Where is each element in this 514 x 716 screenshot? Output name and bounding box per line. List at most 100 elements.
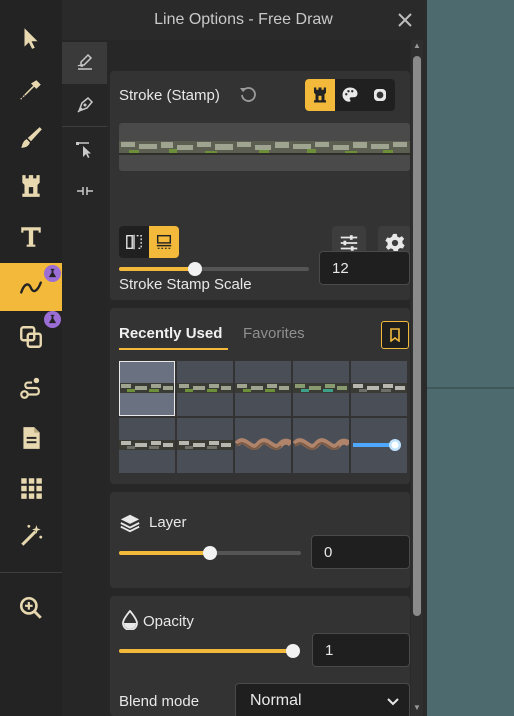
reset-icon[interactable] [238,84,258,104]
castle-tower-icon [22,175,40,197]
bookmark-button[interactable] [381,321,409,349]
stroke-scale-label: Stroke Stamp Scale [119,276,252,293]
align-edge-icon [156,234,172,249]
stroke-scale-input[interactable]: 12 [319,251,410,285]
node-cursor-icon [75,142,91,158]
paintbrush-icon [21,127,42,148]
stamp-preview-image [119,440,175,450]
map-canvas-background[interactable] [425,0,514,716]
path-tool[interactable] [0,364,62,412]
stamp-thumbnail[interactable] [235,361,291,416]
stamp-mode-button[interactable] [305,79,335,111]
tab-node-edit[interactable] [62,128,107,170]
tab-stroke-style[interactable] [62,42,107,84]
slider-knob[interactable] [203,546,217,560]
palette-icon [342,87,358,102]
grid-icon [21,478,42,499]
side-tab-divider [62,126,107,127]
cursor-arrow-icon [24,28,38,49]
stroke-mode-toggle [305,79,395,111]
eyedropper-icon [20,80,41,100]
stamp-thumbnail[interactable] [293,418,349,473]
stamp-thumbnail[interactable] [119,361,175,416]
blend-mode-select[interactable]: Normal [235,683,410,716]
stroke-card-extension [110,295,410,300]
stroke-scale-slider[interactable] [119,262,309,276]
close-icon[interactable] [395,10,415,30]
stamp-preview-image [293,438,349,450]
notes-tool[interactable] [0,414,62,462]
stamp-thumbnail[interactable] [119,418,175,473]
stamp-preview-image [177,383,233,393]
panel-title: Line Options - Free Draw [154,11,333,28]
zoom-tool[interactable] [0,584,62,632]
scroll-thumb[interactable] [413,56,421,616]
texture-mode-button[interactable] [365,79,395,111]
opacity-input[interactable]: 1 [312,633,410,667]
zoom-in-icon [19,596,42,619]
stamp-thumbnail[interactable] [293,361,349,416]
shapes-tool[interactable] [0,311,62,361]
toolbar-divider [0,572,62,573]
eyedropper-tool[interactable] [0,66,62,114]
flask-icon [48,268,57,278]
stamp-thumbnail[interactable] [351,361,407,416]
tool-sidebar [0,0,62,716]
stamp-tool[interactable] [0,162,62,210]
split-arrows-icon [76,187,93,195]
pen-stroke-icon [77,53,92,70]
stamp-preview-image [235,383,291,393]
stamp-preview-image [177,440,233,450]
layer-input[interactable]: 0 [311,535,410,569]
grid-tool[interactable] [0,464,62,512]
text-tool[interactable] [0,213,62,261]
flip-stroke-button[interactable] [119,226,149,258]
stamp-thumbnail[interactable] [177,361,233,416]
stamp-preview-image [293,383,349,393]
layers-icon [120,514,140,533]
fountain-pen-icon [76,96,93,113]
magic-wand-tool[interactable] [0,512,62,560]
opacity-label: Opacity [143,613,194,630]
stamp-thumbnail[interactable] [235,418,291,473]
layer-label: Layer [149,514,187,531]
free-draw-tool[interactable] [0,263,62,311]
brush-tool[interactable] [0,114,62,162]
active-tab-underline [119,348,228,350]
tab-favorites[interactable]: Favorites [243,325,305,342]
opacity-slider[interactable] [119,644,300,658]
experimental-badge [44,265,61,282]
bookmark-icon [390,328,400,342]
scroll-up-arrow[interactable]: ▲ [413,42,421,50]
scroll-down-arrow[interactable]: ▼ [413,704,421,712]
color-mode-button[interactable] [335,79,365,111]
stamp-preview-image [353,439,401,451]
panel-edge [425,0,427,716]
stamp-preview-image [351,383,407,393]
route-path-icon [20,377,40,399]
squiggle-line-icon [20,281,42,294]
map-grid-line [425,387,514,389]
slider-fill [119,267,195,271]
stamp-thumbnail[interactable] [177,418,233,473]
slider-knob[interactable] [286,644,300,658]
stroke-direction-toggle [119,226,179,258]
line-options-panel: Line Options - Free Draw Stroke (Stamp) [62,0,425,716]
tab-split-join[interactable] [62,170,107,212]
panel-scrollbar[interactable]: ▲ ▼ [411,40,423,716]
blend-mode-label: Blend mode [119,693,200,710]
tab-recently-used[interactable]: Recently Used [119,325,222,342]
stamp-thumbnail[interactable] [351,418,407,473]
align-stroke-button[interactable] [149,226,179,258]
layer-slider[interactable] [119,546,301,560]
slider-fill [119,551,210,555]
castle-tower-icon [314,87,326,103]
tab-pen-settings[interactable] [62,84,107,126]
stroke-preview[interactable] [119,123,410,171]
select-tool[interactable] [0,14,62,62]
droplet-icon [122,610,138,630]
slider-knob[interactable] [188,262,202,276]
experimental-badge [44,311,61,328]
stroke-preview-image [119,141,410,155]
stroke-title: Stroke (Stamp) [119,87,220,104]
